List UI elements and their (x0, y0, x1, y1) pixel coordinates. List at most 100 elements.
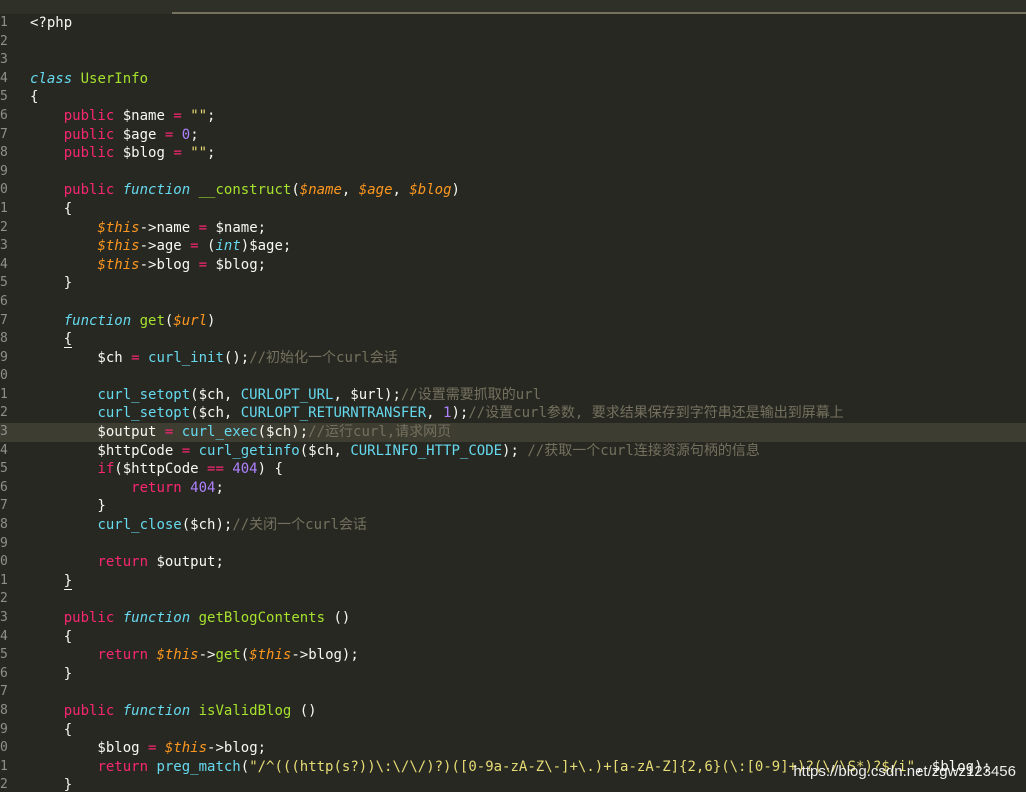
code-token: $age (358, 182, 393, 199)
code-line[interactable]: 3 $output = curl_exec($ch);//运行curl,请求网页 (0, 423, 1026, 442)
code-line[interactable]: 1 <?php (0, 14, 1026, 33)
code-line[interactable]: 6 } (0, 665, 1026, 684)
code-text: curl_setopt($ch, CURLOPT_RETURNTRANSFER,… (30, 404, 843, 423)
code-token: ; (190, 126, 199, 143)
code-line[interactable]: 7 function get($url) (0, 312, 1026, 331)
code-line[interactable]: 9 (0, 163, 1026, 182)
code-line[interactable]: 2 curl_setopt($ch, CURLOPT_RETURNTRANSFE… (0, 404, 1026, 423)
code-token: curl_setopt (97, 386, 191, 403)
code-line[interactable]: 8 public function isValidBlog () (0, 702, 1026, 721)
line-number: 6 (0, 479, 8, 495)
code-area[interactable]: 1 <?php 2 3 4 class UserInfo 5{6 public $name … (0, 14, 1026, 792)
code-token: = (173, 145, 182, 162)
code-line[interactable]: 3 public function getBlogContents () (0, 609, 1026, 628)
code-line[interactable]: 0 public function __construct($name, $ag… (0, 181, 1026, 200)
code-line[interactable]: 0 $blog = $this->blog; (0, 739, 1026, 758)
code-token: $output; (148, 554, 224, 571)
code-token: $this (97, 238, 140, 255)
code-line[interactable]: 5 return $this->get($this->blog); (0, 646, 1026, 665)
code-line[interactable]: 4 { (0, 628, 1026, 647)
code-line[interactable]: 6 public $name = ""; (0, 107, 1026, 126)
code-line[interactable]: 1 } (0, 572, 1026, 591)
line-number: 3 (0, 610, 8, 625)
code-line[interactable]: 6 return 404; (0, 479, 1026, 498)
code-token: return (131, 479, 182, 496)
code-editor[interactable]: 1 <?php 2 3 4 class UserInfo 5{6 public $name … (0, 0, 1026, 792)
code-line[interactable]: 9 (0, 535, 1026, 554)
code-line[interactable]: 5{ (0, 88, 1026, 107)
line-number: 4 (0, 70, 8, 86)
code-token: ); (502, 442, 528, 459)
code-line[interactable]: 1 curl_setopt($ch, CURLOPT_URL, $url);//… (0, 386, 1026, 405)
code-text: if($httpCode == 404) { (30, 460, 282, 479)
code-token: 404 (232, 461, 258, 478)
code-line[interactable]: 9 { (0, 721, 1026, 740)
code-line[interactable]: 5 if($httpCode == 404) { (0, 460, 1026, 479)
code-text: public function getBlogContents () (30, 609, 351, 628)
code-line[interactable]: 3 $this->age = (int)$age; (0, 237, 1026, 256)
code-line[interactable]: 7 } (0, 497, 1026, 516)
code-token: () (325, 610, 351, 626)
code-line[interactable]: 4 class UserInfo (0, 70, 1026, 89)
code-token: class (30, 70, 73, 87)
code-token: return (97, 647, 149, 664)
code-token: , (426, 405, 444, 422)
line-number: 7 (0, 684, 8, 700)
code-token: $url (173, 312, 208, 329)
code-text: $this->name = $name; (30, 219, 266, 238)
code-token: function (122, 182, 191, 199)
code-token: $age (114, 126, 165, 143)
code-text: <?php (30, 14, 72, 33)
watermark: https://blog.csdn.net/zgwz123456 (793, 763, 1016, 780)
code-token: function (122, 702, 191, 719)
code-text: { (30, 721, 72, 740)
code-line[interactable]: 7 public $age = 0; (0, 126, 1026, 145)
line-number: 2 (0, 591, 8, 607)
code-line[interactable]: 4 $httpCode = curl_getinfo($ch, CURLINFO… (0, 442, 1026, 461)
code-line[interactable]: 1 { (0, 200, 1026, 219)
code-token: int (215, 238, 241, 255)
code-text: public $age = 0; (30, 126, 199, 145)
code-text: curl_setopt($ch, CURLOPT_URL, $url);//设置… (30, 386, 541, 405)
code-line[interactable]: 8 public $blog = ""; (0, 144, 1026, 163)
code-text: } (30, 497, 105, 516)
code-token: curl_setopt (97, 405, 191, 422)
code-line[interactable]: 0 return $output; (0, 553, 1026, 572)
code-line[interactable]: 2 (0, 590, 1026, 609)
code-line[interactable]: 8 curl_close($ch);//关闭一个curl会话 (0, 516, 1026, 535)
code-line[interactable]: 8 { (0, 330, 1026, 349)
line-number: 9 (0, 163, 8, 179)
code-token: if (97, 461, 115, 478)
line-number: 1 (0, 200, 8, 216)
code-line[interactable]: 5 } (0, 274, 1026, 293)
code-line[interactable]: 0 (0, 367, 1026, 386)
code-token: } (30, 665, 73, 682)
code-text: { (30, 628, 72, 647)
code-line[interactable]: 7 (0, 683, 1026, 702)
code-token: ( (291, 182, 300, 199)
line-number: 9 (0, 535, 8, 551)
line-number: 2 (0, 219, 8, 235)
code-line[interactable]: 9 $ch = curl_init();//初始化一个curl会话 (0, 349, 1026, 368)
code-line[interactable]: 4 $this->blog = $blog; (0, 256, 1026, 275)
code-line[interactable]: 2 (0, 33, 1026, 52)
code-line[interactable]: 2 $this->name = $name; (0, 219, 1026, 238)
code-token: (); (223, 349, 250, 366)
code-token: ($ch); (257, 424, 309, 441)
code-text: } (30, 665, 72, 684)
code-text: } (30, 572, 73, 591)
code-text: function get($url) (30, 312, 216, 331)
code-line[interactable]: 6 (0, 293, 1026, 312)
code-line[interactable]: 3 (0, 51, 1026, 70)
code-token: = (181, 442, 191, 459)
code-token: 404 (190, 479, 216, 496)
code-token: , $url); (333, 386, 401, 403)
